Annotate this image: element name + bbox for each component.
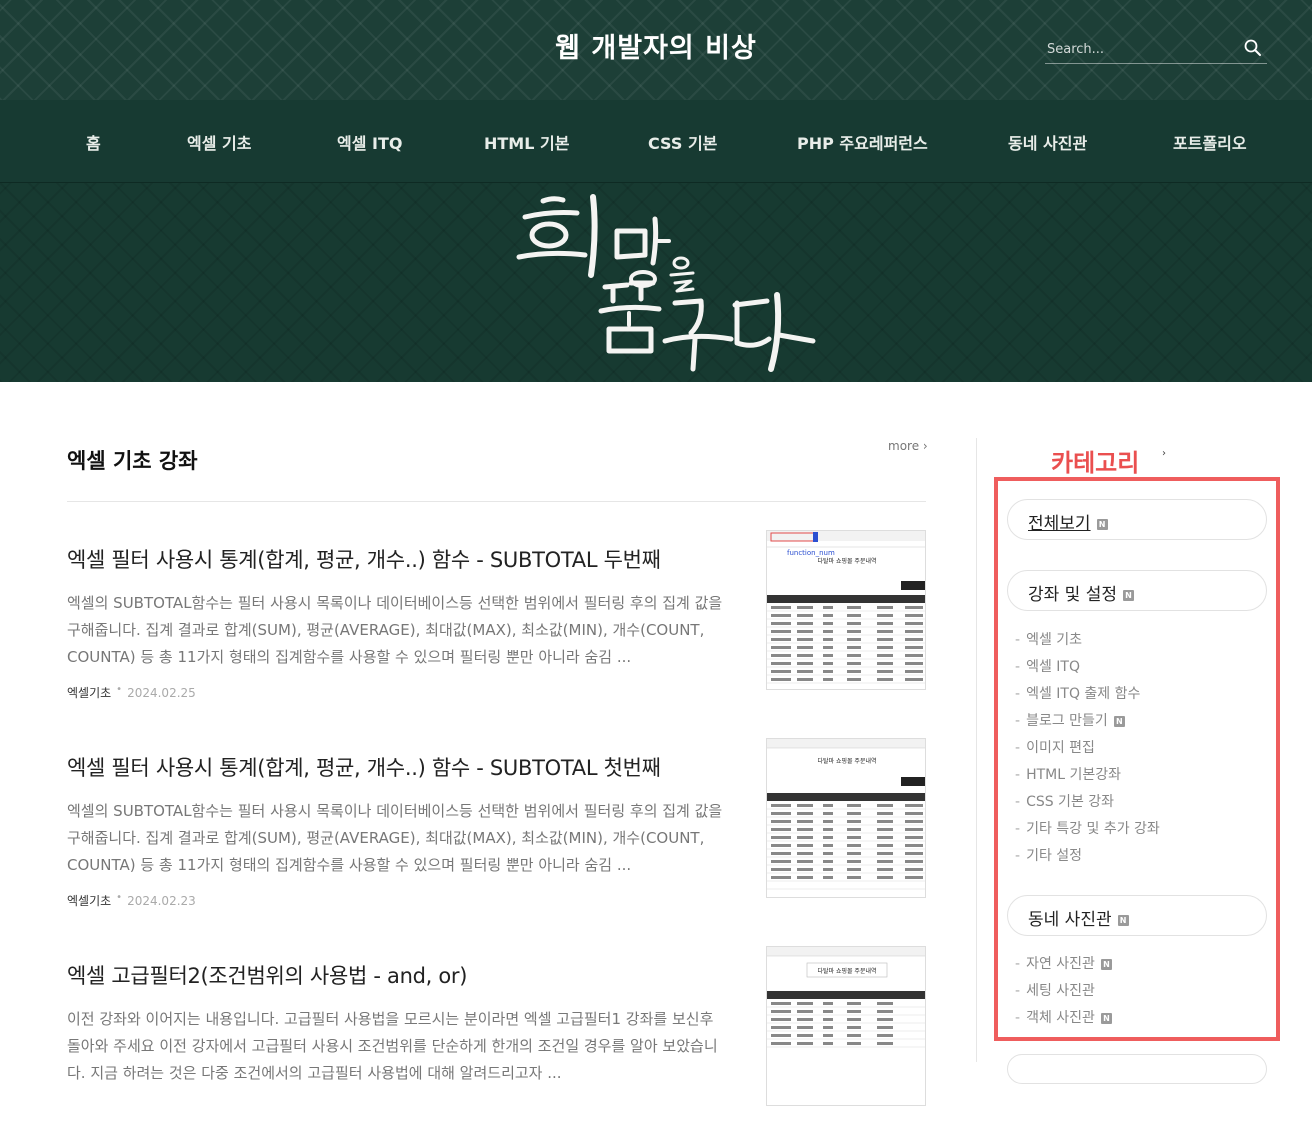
category-heading: 카테고리 [1051, 449, 1140, 477]
new-badge: N [1113, 715, 1125, 727]
new-badge: N [1100, 958, 1112, 970]
post-thumbnail[interactable]: 다탈마 쇼핑몰 주문내역 [766, 946, 926, 1106]
category-item-excel-itq[interactable]: - 엑셀 ITQ [1015, 656, 1080, 676]
nav-item-css[interactable]: CSS 기본 [648, 130, 717, 154]
new-badge: N [1123, 589, 1135, 601]
category-item-excel-basic[interactable]: - 엑셀 기초 [1015, 629, 1082, 649]
post-meta: 엑셀기초 • 2024.02.25 [67, 684, 196, 701]
post-title[interactable]: 엑셀 고급필터2(조건범위의 사용법 - and, or) [67, 960, 747, 990]
thumb-formula: function_num [787, 549, 835, 557]
post-category[interactable]: 엑셀기초 [67, 894, 111, 908]
spreadsheet-thumbnail: 다탈마 쇼핑몰 주문내역 [767, 947, 925, 1048]
nav-item-html[interactable]: HTML 기본 [484, 130, 569, 154]
sidebar-next-widget [1007, 1054, 1267, 1084]
post-date: 2024.02.25 [127, 686, 196, 700]
nav-item-portfolio[interactable]: 포트폴리오 [1173, 130, 1247, 154]
meta-dot: • [116, 892, 123, 903]
post-category[interactable]: 엑셀기초 [67, 686, 111, 700]
section-divider [67, 501, 926, 502]
post-date: 2024.02.23 [127, 894, 196, 908]
category-item-settings[interactable]: - 기타 설정 [1015, 845, 1082, 865]
category-item-css[interactable]: - CSS 기본 강좌 [1015, 791, 1114, 811]
new-badge: N [1096, 518, 1108, 530]
nav-item-excel-itq[interactable]: 엑셀 ITQ [337, 130, 402, 154]
post-excerpt: 엑셀의 SUBTOTAL함수는 필터 사용시 목록이나 데이터베이스등 선택한 … [67, 594, 723, 666]
post-item: 엑셀 필터 사용시 통계(합계, 평균, 개수..) 함수 - SUBTOTAL… [67, 530, 926, 724]
section-title: 엑셀 기초 강좌 [67, 449, 198, 473]
category-all[interactable]: 전체보기 N [1007, 499, 1267, 540]
thumb-caption: 다탈마 쇼핑몰 주문내역 [817, 757, 876, 765]
search-box [1045, 36, 1267, 64]
thumb-caption: 다탈마 쇼핑몰 주문내역 [817, 967, 876, 975]
nav-item-home[interactable]: 홈 [86, 130, 101, 154]
post-excerpt: 이전 강좌와 이어지는 내용입니다. 고급필터 사용법을 모르시는 분이라면 엑… [67, 1010, 718, 1082]
thumb-caption: 다탈마 쇼핑몰 주문내역 [817, 557, 876, 565]
meta-dot: • [116, 684, 123, 695]
post-thumbnail[interactable]: 다탈마 쇼핑몰 주문내역 [766, 738, 926, 898]
sidebar-divider [976, 438, 977, 1062]
calligraphy-art [516, 194, 816, 372]
post-excerpt: 엑셀의 SUBTOTAL함수는 필터 사용시 목록이나 데이터베이스등 선택한 … [67, 802, 723, 874]
category-group-lectures[interactable]: 강좌 및 설정 N [1007, 570, 1267, 611]
new-badge: N [1117, 914, 1129, 926]
category-item-object-photo[interactable]: - 객체 사진관 N [1015, 1007, 1112, 1027]
nav-item-php[interactable]: PHP 주요레퍼런스 [797, 130, 928, 154]
spreadsheet-thumbnail: 다탈마 쇼핑몰 주문내역 [767, 739, 925, 890]
heading-mark: › [1162, 448, 1166, 459]
category-item-nature-photo[interactable]: - 자연 사진관 N [1015, 953, 1112, 973]
category-item-itq-functions[interactable]: - 엑셀 ITQ 출제 함수 [1015, 683, 1140, 703]
post-title[interactable]: 엑셀 필터 사용시 통계(합계, 평균, 개수..) 함수 - SUBTOTAL… [67, 752, 747, 782]
main-nav: 홈 엑셀 기초 엑셀 ITQ HTML 기본 CSS 기본 PHP 주요레퍼런스… [0, 100, 1312, 183]
post-item: 엑셀 필터 사용시 통계(합계, 평균, 개수..) 함수 - SUBTOTAL… [67, 738, 926, 932]
post-meta: 엑셀기초 • 2024.02.23 [67, 892, 196, 909]
category-item-special[interactable]: - 기타 특강 및 추가 강좌 [1015, 818, 1160, 838]
nav-item-excel-basic[interactable]: 엑셀 기초 [187, 130, 251, 154]
more-link[interactable]: more › [888, 439, 928, 453]
category-group-photo[interactable]: 동네 사진관 N [1007, 895, 1267, 936]
category-item-blog[interactable]: - 블로그 만들기 N [1015, 710, 1125, 730]
post-item: 엑셀 고급필터2(조건범위의 사용법 - and, or) 이전 강좌와 이어지… [67, 946, 926, 1140]
site-header: 웹 개발자의 비상 [0, 0, 1312, 100]
category-item-setting-photo[interactable]: - 세팅 사진관 [1015, 980, 1095, 1000]
hero-banner [0, 183, 1312, 382]
category-all-label: 전체보기 N [1028, 509, 1108, 534]
category-item-image-edit[interactable]: - 이미지 편집 [1015, 737, 1095, 757]
post-title[interactable]: 엑셀 필터 사용시 통계(합계, 평균, 개수..) 함수 - SUBTOTAL… [67, 544, 747, 574]
search-input[interactable] [1045, 36, 1235, 62]
search-icon[interactable] [1243, 38, 1263, 58]
nav-item-photo[interactable]: 동네 사진관 [1008, 130, 1087, 154]
post-thumbnail[interactable]: function_num 다탈마 쇼핑몰 주문내역 [766, 530, 926, 690]
category-group-label: 강좌 및 설정 N [1028, 580, 1135, 605]
category-group-label: 동네 사진관 N [1028, 905, 1129, 930]
spreadsheet-thumbnail: function_num 다탈마 쇼핑몰 주문내역 [767, 531, 925, 684]
category-item-html[interactable]: - HTML 기본강좌 [1015, 764, 1121, 784]
new-badge: N [1100, 1012, 1112, 1024]
